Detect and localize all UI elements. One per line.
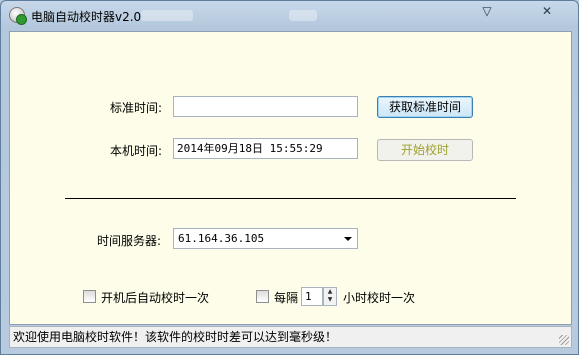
standard-time-label: 标准时间: xyxy=(110,101,163,115)
time-server-select[interactable]: 61.164.36.105 xyxy=(173,228,358,249)
window-title: 电脑自动校时器v2.0 xyxy=(31,10,142,24)
status-bar: 欢迎使用电脑校时软件！该软件的校时时差可以达到毫秒级！ xyxy=(9,326,572,348)
clock-app-icon xyxy=(9,7,27,25)
stepper-up-icon[interactable]: ▲ xyxy=(324,288,336,296)
chevron-down-icon xyxy=(344,237,352,241)
every-label: 每隔 xyxy=(274,291,299,305)
get-standard-time-button[interactable]: 获取标准时间 xyxy=(377,96,473,118)
stepper-down-icon[interactable]: ▼ xyxy=(324,296,336,304)
background-blur xyxy=(289,10,317,21)
local-time-field[interactable]: 2014年09月18日 15:55:29 xyxy=(173,138,358,159)
interval-input[interactable]: 1 xyxy=(301,287,323,306)
status-message: 欢迎使用电脑校时软件！该软件的校时时差可以达到毫秒级！ xyxy=(13,330,338,344)
divider xyxy=(65,198,516,199)
interval-checkbox[interactable] xyxy=(256,290,269,303)
local-time-label: 本机时间: xyxy=(110,144,163,158)
auto-sync-on-boot-checkbox[interactable] xyxy=(83,290,96,303)
title-bar[interactable]: 电脑自动校时器v2.0 ▽ ✕ xyxy=(1,1,578,29)
interval-suffix-label: 小时校时一次 xyxy=(343,291,416,305)
background-blur xyxy=(141,10,193,21)
standard-time-field[interactable] xyxy=(173,96,358,117)
close-icon[interactable]: ✕ xyxy=(533,2,561,20)
main-panel: 标准时间: 获取标准时间 本机时间: 2014年09月18日 15:55:29 … xyxy=(9,31,572,325)
auto-sync-on-boot-label: 开机后自动校时一次 xyxy=(101,291,210,305)
time-server-value: 61.164.36.105 xyxy=(178,232,265,245)
time-server-label: 时间服务器: xyxy=(97,234,162,248)
chevron-down-icon[interactable]: ▽ xyxy=(473,2,501,20)
interval-stepper[interactable]: ▲ ▼ xyxy=(323,287,337,306)
resize-grip-icon[interactable] xyxy=(559,335,569,345)
app-window: 电脑自动校时器v2.0 ▽ ✕ 标准时间: 获取标准时间 本机时间: 2014年… xyxy=(0,0,579,355)
start-sync-button[interactable]: 开始校时 xyxy=(377,139,473,161)
